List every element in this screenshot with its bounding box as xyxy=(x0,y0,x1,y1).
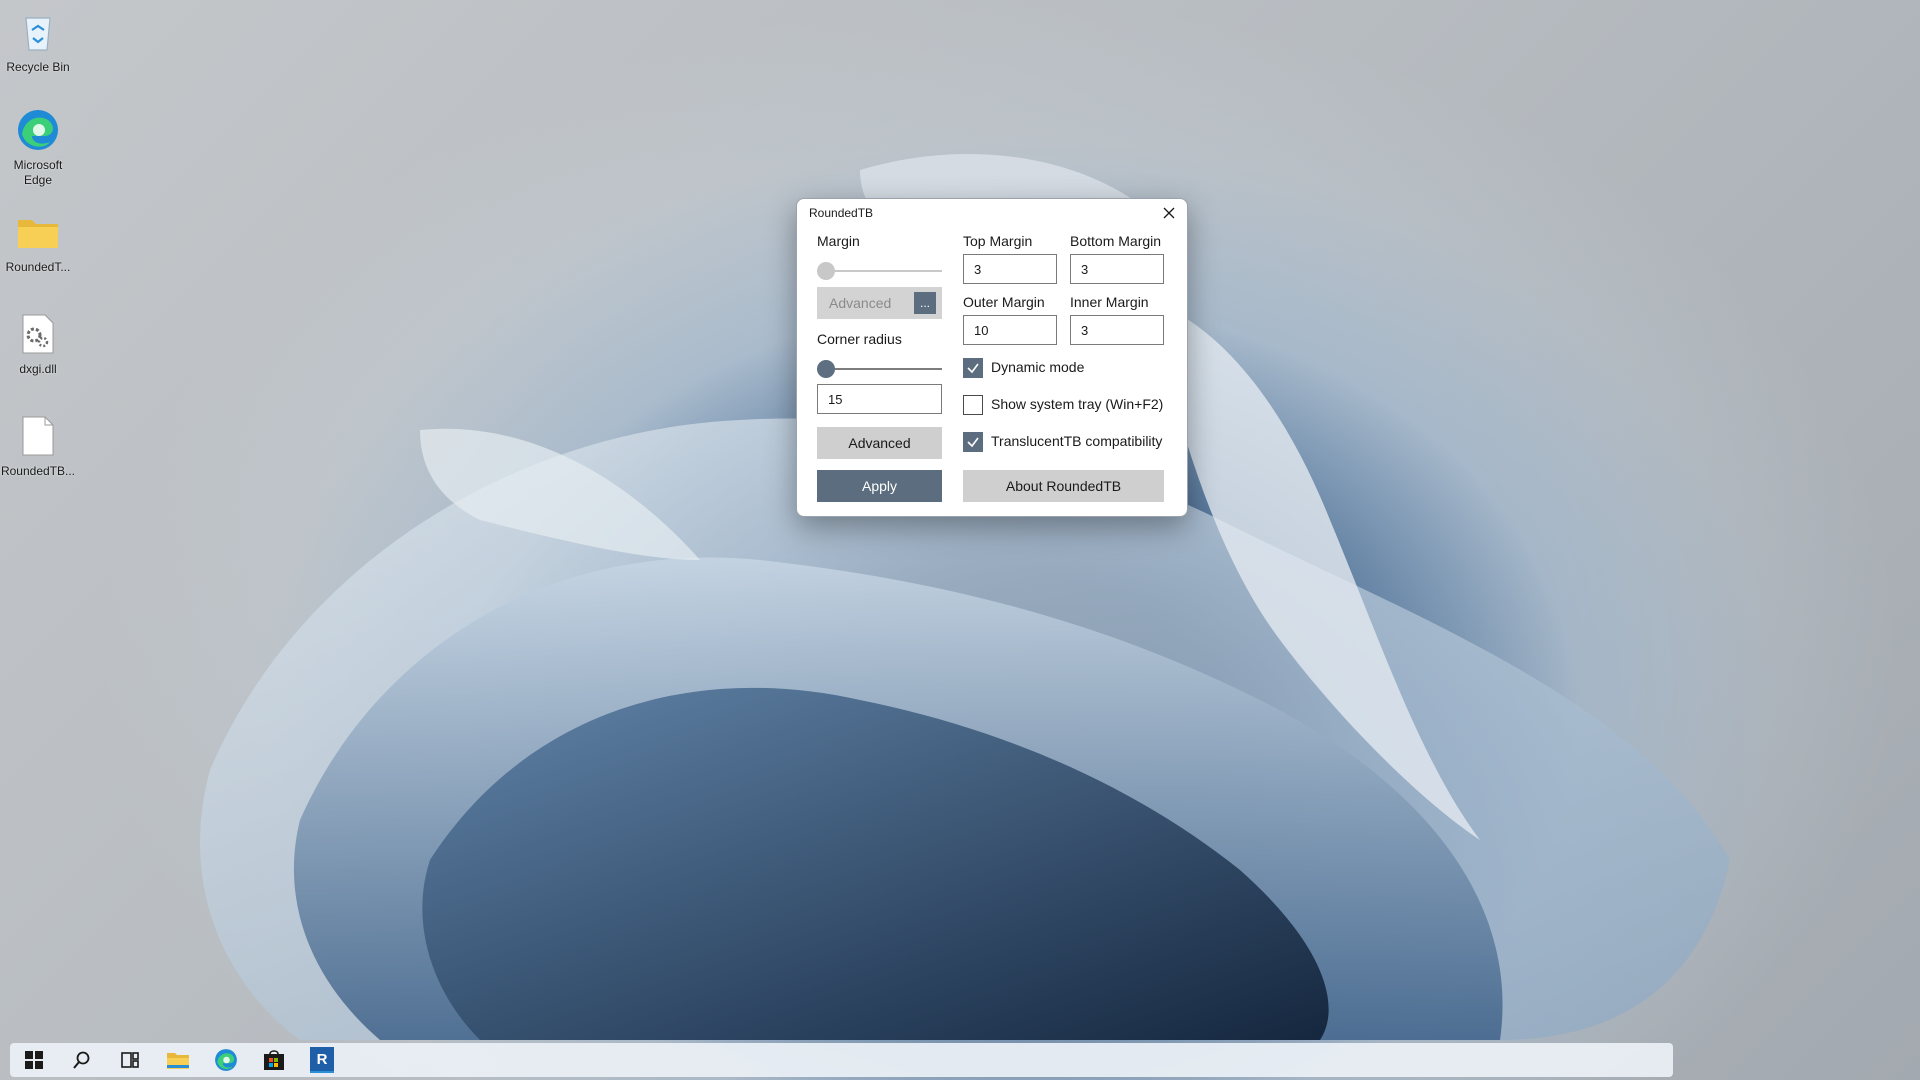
advanced-button-label: Advanced xyxy=(848,435,911,451)
dynamic-mode-label: Dynamic mode xyxy=(991,359,1085,375)
desktop-icon-roundedtb-file[interactable]: RoundedTB... xyxy=(0,412,76,479)
desktop-icon-recycle-bin[interactable]: Recycle Bin xyxy=(0,8,76,75)
corner-radius-value: 15 xyxy=(828,392,843,407)
store-icon xyxy=(264,1050,284,1070)
outer-margin-label: Outer Margin xyxy=(963,294,1045,310)
start-button[interactable] xyxy=(10,1043,58,1077)
top-margin-input[interactable]: 3 xyxy=(963,254,1057,284)
translucenttb-label: TranslucentTB compatibility xyxy=(991,433,1163,449)
dynamic-mode-checkbox[interactable] xyxy=(963,358,983,378)
inner-margin-value: 3 xyxy=(1081,323,1089,338)
desktop-icon-label: RoundedTB... xyxy=(0,464,76,478)
taskbar: R xyxy=(10,1043,1673,1077)
desktop-icon-dxgi-dll[interactable]: dxgi.dll xyxy=(0,310,76,377)
roundedtb-letter: R xyxy=(316,1050,328,1068)
system-tray-checkbox[interactable] xyxy=(963,395,983,415)
margin-slider[interactable] xyxy=(817,261,942,281)
margin-label: Margin xyxy=(817,233,860,249)
search-button[interactable] xyxy=(58,1043,106,1077)
slider-track xyxy=(817,368,942,370)
edge-icon xyxy=(215,1049,237,1071)
roundedtb-icon: R xyxy=(310,1047,334,1073)
file-icon xyxy=(14,412,62,460)
close-icon xyxy=(1163,207,1175,219)
search-icon xyxy=(73,1051,90,1069)
top-margin-value: 3 xyxy=(974,262,982,277)
advanced-button[interactable]: Advanced xyxy=(817,427,942,459)
edge-icon xyxy=(14,106,62,154)
inner-margin-label: Inner Margin xyxy=(1070,294,1149,310)
checkmark-icon xyxy=(967,437,979,448)
inner-margin-input[interactable]: 3 xyxy=(1070,315,1164,345)
store-button[interactable] xyxy=(250,1043,298,1077)
edge-taskbar-button[interactable] xyxy=(202,1043,250,1077)
dll-file-icon xyxy=(14,310,62,358)
file-explorer-icon xyxy=(167,1053,189,1069)
desktop-icon-edge[interactable]: Microsoft Edge xyxy=(0,106,76,188)
corner-radius-input[interactable]: 15 xyxy=(817,384,942,414)
corner-radius-slider[interactable] xyxy=(817,359,942,379)
outer-margin-value: 10 xyxy=(974,323,989,338)
roundedtb-dialog: RoundedTB Margin Advanced ... Corner rad… xyxy=(796,198,1188,517)
desktop-icon-label: dxgi.dll xyxy=(19,362,57,376)
bottom-margin-input[interactable]: 3 xyxy=(1070,254,1164,284)
about-button-label: About RoundedTB xyxy=(1005,478,1122,494)
desktop-icon-label: RoundedT... xyxy=(5,260,71,274)
system-tray-label: Show system tray (Win+F2) xyxy=(991,396,1164,412)
desktop-icon-label: Microsoft Edge xyxy=(13,158,63,187)
file-explorer-button[interactable] xyxy=(154,1043,202,1077)
close-button[interactable] xyxy=(1157,203,1181,223)
task-view-button[interactable] xyxy=(106,1043,154,1077)
folder-icon xyxy=(14,208,62,256)
outer-margin-input[interactable]: 10 xyxy=(963,315,1057,345)
recycle-bin-icon xyxy=(14,8,62,56)
desktop-icon-label: Recycle Bin xyxy=(6,60,70,74)
top-margin-label: Top Margin xyxy=(963,233,1033,249)
apply-button[interactable]: Apply xyxy=(817,470,942,502)
window-title: RoundedTB xyxy=(809,206,874,220)
corner-radius-label: Corner radius xyxy=(817,331,902,347)
more-label: ... xyxy=(919,296,930,310)
bottom-margin-label: Bottom Margin xyxy=(1070,233,1162,249)
slider-thumb[interactable] xyxy=(817,262,835,280)
checkmark-icon xyxy=(967,363,979,374)
slider-track xyxy=(817,270,942,272)
wallpaper xyxy=(200,154,1730,1040)
roundedtb-taskbar-button[interactable]: R xyxy=(298,1043,346,1077)
margin-more-button[interactable]: ... xyxy=(914,292,936,314)
task-view-icon xyxy=(121,1052,139,1068)
apply-button-label: Apply xyxy=(861,478,898,494)
desktop-icon-roundedtb-folder[interactable]: RoundedT... xyxy=(0,208,76,275)
start-icon xyxy=(25,1051,43,1069)
translucenttb-checkbox[interactable] xyxy=(963,432,983,452)
about-button[interactable]: About RoundedTB xyxy=(963,470,1164,502)
bottom-margin-value: 3 xyxy=(1081,262,1089,277)
slider-thumb[interactable] xyxy=(817,360,835,378)
margin-advanced-label: Advanced xyxy=(829,295,892,311)
